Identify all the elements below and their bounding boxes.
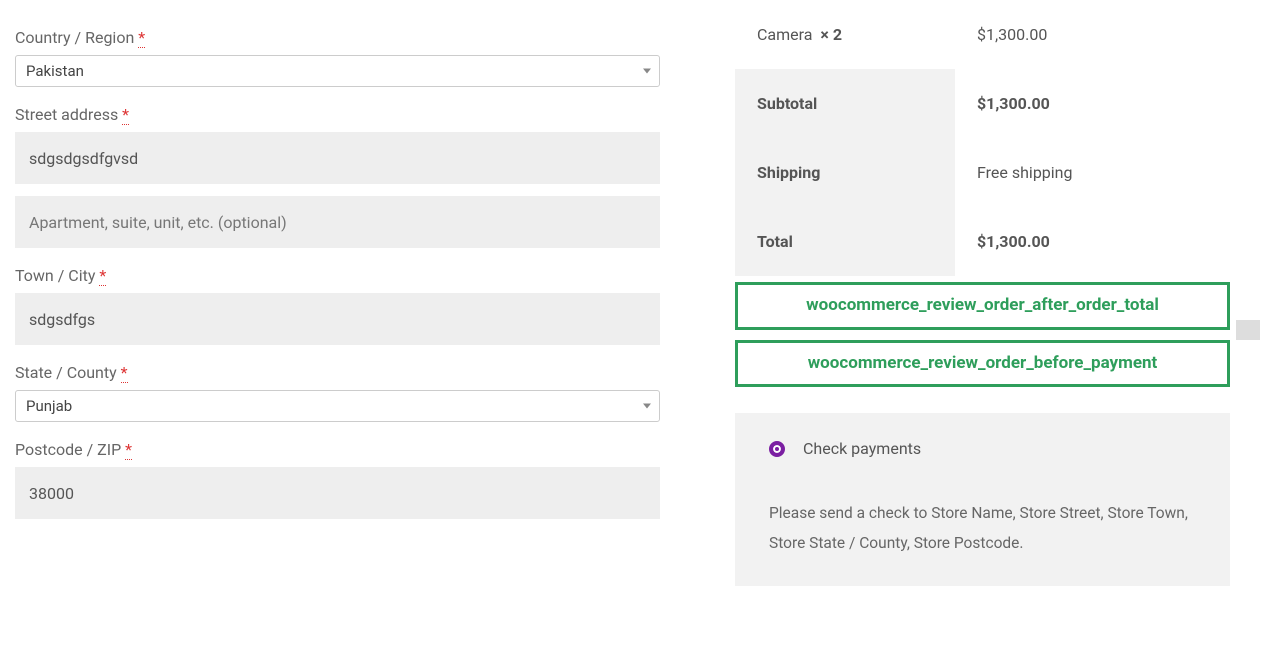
- chevron-down-icon: [643, 404, 651, 409]
- required-mark: *: [121, 363, 128, 383]
- city-input[interactable]: [15, 293, 660, 345]
- table-row: Shipping Free shipping: [735, 138, 1230, 207]
- payment-description: Please send a check to Store Name, Store…: [769, 498, 1196, 558]
- shipping-value: Free shipping: [955, 138, 1230, 207]
- order-review: Camera × 2 $1,300.00 Subtotal $1,300.00 …: [735, 0, 1230, 586]
- chevron-down-icon: [643, 69, 651, 74]
- payment-method-check[interactable]: Check payments: [769, 439, 1196, 458]
- billing-form: Country / Region * Pakistan Street addre…: [15, 0, 660, 537]
- postcode-input[interactable]: [15, 467, 660, 519]
- product-total-cell: $1,300.00: [955, 0, 1230, 69]
- country-field: Country / Region * Pakistan: [15, 28, 660, 87]
- city-label: Town / City *: [15, 266, 660, 285]
- state-label-text: State / County: [15, 363, 117, 382]
- country-label: Country / Region *: [15, 28, 660, 47]
- total-value: $1,300.00: [955, 207, 1230, 276]
- required-mark: *: [138, 28, 145, 48]
- subtotal-label: Subtotal: [735, 69, 955, 138]
- product-qty: × 2: [820, 25, 842, 44]
- required-mark: *: [122, 105, 129, 125]
- payment-section: Check payments Please send a check to St…: [735, 413, 1230, 586]
- required-mark: *: [125, 440, 132, 460]
- payment-method-label: Check payments: [803, 439, 921, 458]
- city-field: Town / City *: [15, 266, 660, 345]
- country-select-value: Pakistan: [26, 62, 84, 80]
- hook-after-order-total: woocommerce_review_order_after_order_tot…: [735, 282, 1230, 330]
- postcode-label-text: Postcode / ZIP: [15, 440, 121, 459]
- state-select-value: Punjab: [26, 397, 72, 415]
- state-field: State / County * Punjab: [15, 363, 660, 422]
- city-label-text: Town / City: [15, 266, 95, 285]
- hook-before-payment: woocommerce_review_order_before_payment: [735, 340, 1230, 388]
- scrollbar-hint: [1236, 320, 1260, 340]
- total-label: Total: [735, 207, 955, 276]
- postcode-label: Postcode / ZIP *: [15, 440, 660, 459]
- state-select[interactable]: Punjab: [15, 390, 660, 422]
- country-label-text: Country / Region: [15, 28, 134, 47]
- shipping-label: Shipping: [735, 138, 955, 207]
- street-field: Street address *: [15, 105, 660, 248]
- radio-selected-icon: [769, 441, 785, 457]
- table-row: Subtotal $1,300.00: [735, 69, 1230, 138]
- state-label: State / County *: [15, 363, 660, 382]
- country-select[interactable]: Pakistan: [15, 55, 660, 87]
- product-name: Camera: [757, 25, 812, 44]
- street-label: Street address *: [15, 105, 660, 124]
- postcode-field: Postcode / ZIP *: [15, 440, 660, 519]
- subtotal-value: $1,300.00: [955, 69, 1230, 138]
- order-summary-table: Camera × 2 $1,300.00 Subtotal $1,300.00 …: [735, 0, 1230, 276]
- street-address-input[interactable]: [15, 132, 660, 184]
- table-row: Camera × 2 $1,300.00: [735, 0, 1230, 69]
- required-mark: *: [99, 266, 106, 286]
- product-name-cell: Camera × 2: [735, 0, 955, 69]
- table-row: Total $1,300.00: [735, 207, 1230, 276]
- street-address-2-input[interactable]: [15, 196, 660, 248]
- street-label-text: Street address: [15, 105, 118, 124]
